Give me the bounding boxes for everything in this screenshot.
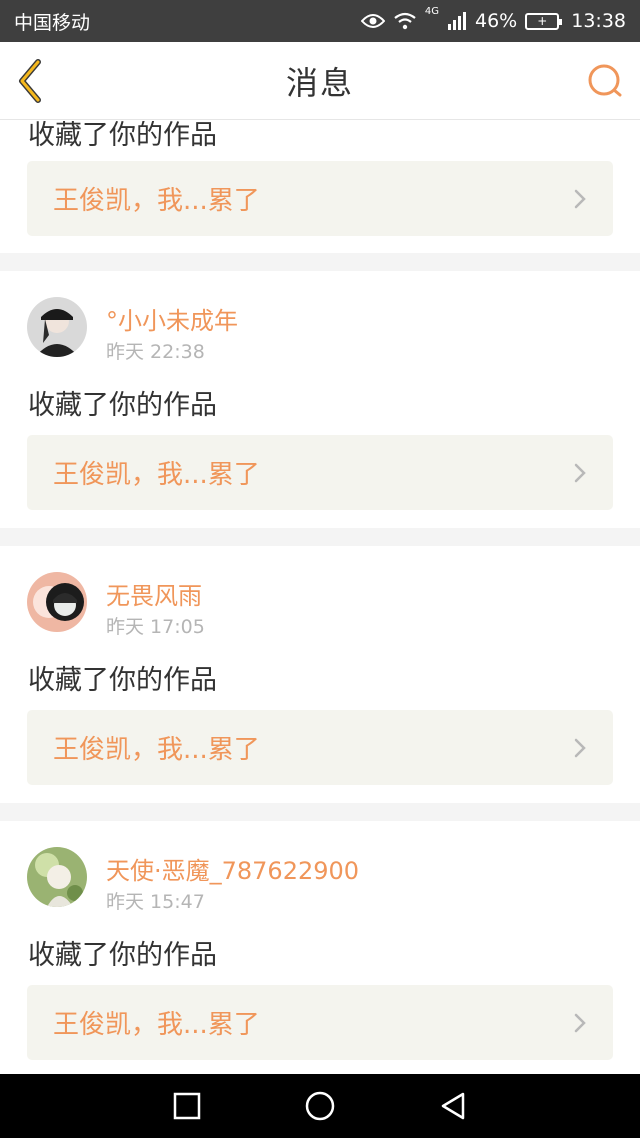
chevron-right-icon — [574, 738, 586, 757]
username[interactable]: 无畏风雨 — [106, 576, 202, 611]
message-card: 天使·恶魔_787622900 昨天 15:47 收藏了你的作品 王俊凯，我..… — [0, 821, 640, 1074]
chevron-right-icon — [574, 1013, 586, 1032]
work-title: 王俊凯，我...累了 — [53, 186, 260, 216]
work-link[interactable]: 王俊凯，我...累了 — [27, 435, 613, 510]
page-title: 消息 — [285, 63, 354, 102]
header-bar: 消息 — [0, 42, 640, 120]
back-button[interactable] — [14, 58, 54, 104]
message-action-text: 收藏了你的作品 — [28, 121, 217, 151]
message-card: °小小未成年 昨天 22:38 收藏了你的作品 王俊凯，我...累了 — [0, 271, 640, 528]
divider — [0, 803, 640, 821]
message-action-text: 收藏了你的作品 — [28, 390, 217, 421]
status-icons: 4G 46% + 13:38 — [360, 6, 626, 32]
back-icon — [442, 1092, 465, 1120]
avatar[interactable] — [27, 847, 87, 907]
recent-apps-icon — [173, 1092, 200, 1120]
home-button[interactable] — [300, 1086, 340, 1126]
divider — [0, 253, 640, 271]
timestamp: 昨天 17:05 — [106, 616, 205, 638]
avatar[interactable] — [27, 297, 87, 357]
system-back-button[interactable] — [433, 1086, 473, 1126]
network-type: 4G — [424, 6, 439, 17]
message-list[interactable]: 收藏了你的作品 王俊凯，我...累了 °小小未成年 昨天 22:38 收藏了你的… — [0, 121, 640, 1074]
chevron-right-icon — [574, 189, 586, 208]
chevron-right-icon — [574, 463, 586, 482]
work-title: 王俊凯，我...累了 — [53, 735, 260, 765]
divider — [0, 528, 640, 546]
home-icon — [305, 1091, 335, 1121]
status-bar: 中国移动 4G 46% + 13:38 — [0, 0, 640, 42]
message-action-text: 收藏了你的作品 — [28, 665, 217, 696]
eye-icon — [360, 14, 385, 28]
battery-icon: + — [525, 12, 563, 30]
username[interactable]: °小小未成年 — [106, 301, 238, 336]
carrier-name: 中国移动 — [14, 11, 91, 34]
message-action-text: 收藏了你的作品 — [28, 940, 217, 971]
message-card: 收藏了你的作品 王俊凯，我...累了 — [0, 121, 640, 253]
work-title: 王俊凯，我...累了 — [53, 1010, 260, 1040]
battery-percent: 46% — [475, 10, 518, 32]
search-icon — [588, 64, 622, 97]
username[interactable]: 天使·恶魔_787622900 — [106, 851, 359, 886]
wifi-icon — [394, 12, 416, 30]
timestamp: 昨天 15:47 — [106, 891, 205, 913]
avatar[interactable] — [27, 572, 87, 632]
work-link[interactable]: 王俊凯，我...累了 — [27, 161, 613, 236]
chevron-left-icon — [19, 59, 41, 103]
system-nav-bar — [0, 1074, 640, 1138]
work-link[interactable]: 王俊凯，我...累了 — [27, 710, 613, 785]
timestamp: 昨天 22:38 — [106, 341, 205, 363]
signal-icon — [448, 12, 466, 30]
search-button[interactable] — [586, 62, 624, 100]
recent-apps-button[interactable] — [167, 1086, 207, 1126]
message-card: 无畏风雨 昨天 17:05 收藏了你的作品 王俊凯，我...累了 — [0, 546, 640, 803]
clock: 13:38 — [571, 10, 626, 32]
work-link[interactable]: 王俊凯，我...累了 — [27, 985, 613, 1060]
work-title: 王俊凯，我...累了 — [53, 460, 260, 490]
